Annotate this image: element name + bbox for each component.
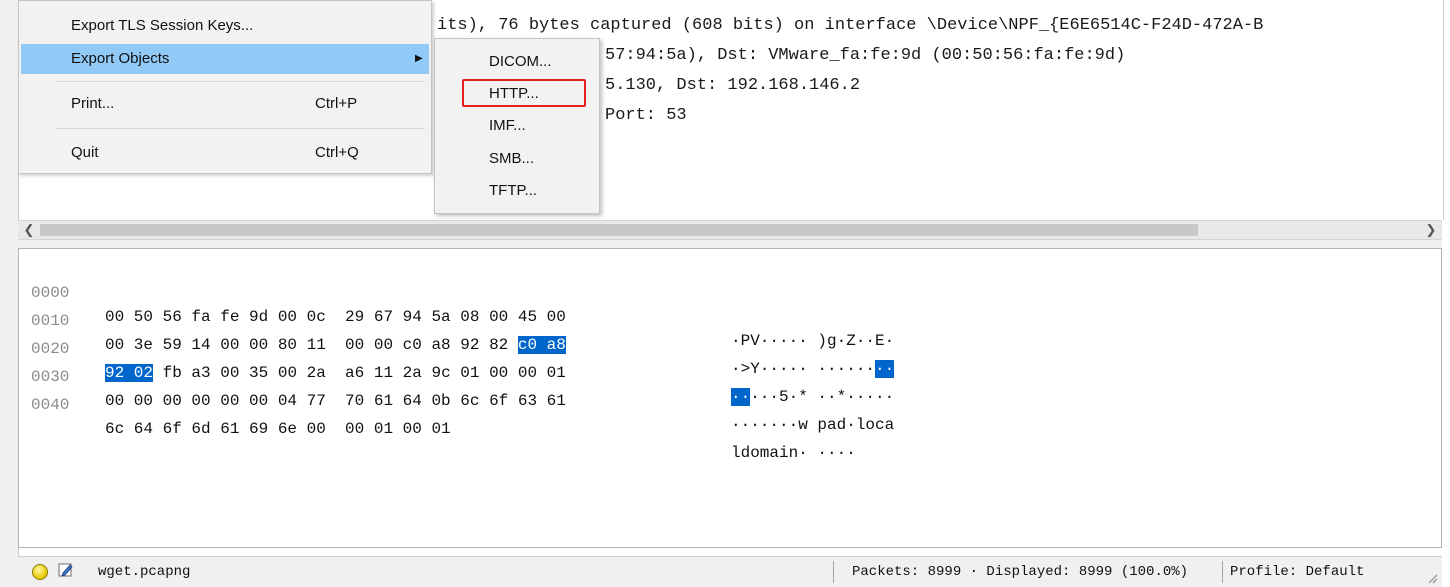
- menu-separator: [55, 128, 425, 129]
- detail-line-ethernet[interactable]: 57:94:5a), Dst: VMware_fa:fe:9d (00:50:5…: [605, 46, 1125, 66]
- hex-row[interactable]: 0000 00 50 56 fa fe 9d 00 0c 29 67 94 5a…: [19, 257, 894, 350]
- submenu-item-imf[interactable]: IMF...: [437, 110, 597, 142]
- detail-line-udp[interactable]: Port: 53: [605, 106, 687, 126]
- hex-ascii-text: ·>Y····· ······: [731, 360, 876, 378]
- expert-info-icon[interactable]: [32, 564, 48, 580]
- menu-item-label: Export TLS Session Keys...: [71, 17, 254, 34]
- status-divider: [833, 561, 834, 583]
- submenu-item-dicom[interactable]: DICOM...: [437, 46, 597, 78]
- export-objects-submenu: DICOM... HTTP... IMF... SMB... TFTP...: [434, 38, 600, 214]
- submenu-arrow-icon: ▶: [415, 53, 423, 64]
- hex-ascii-text: ···5·* ··*·····: [750, 388, 895, 406]
- hex-row[interactable]: 0010 00 3e 59 14 00 00 80 11 00 00 c0 a8…: [19, 285, 895, 378]
- hex-ascii[interactable]: ·····5·* ··*·····: [731, 385, 894, 409]
- submenu-item-tftp[interactable]: TFTP...: [437, 175, 597, 207]
- hex-ascii-selected: ··: [731, 388, 751, 406]
- profile-selector[interactable]: Profile: Default: [1230, 564, 1364, 580]
- hex-ascii-selected: ··: [875, 360, 895, 378]
- hex-bytes-text: 00 3e 59 14 00 00 80 11 00 00 c0 a8 92 8…: [105, 336, 518, 354]
- menu-item-label: Print...: [71, 95, 115, 112]
- menu-item-label: Export Objects: [71, 50, 170, 67]
- submenu-item-smb[interactable]: SMB...: [437, 143, 597, 175]
- capture-comment-icon[interactable]: [58, 562, 74, 578]
- hex-ascii[interactable]: ·······w pad·loca: [731, 413, 894, 437]
- menu-item-export-tls-session-keys[interactable]: Export TLS Session Keys...: [21, 11, 429, 41]
- hex-ascii-text: ldomain· ····: [731, 444, 856, 462]
- capture-file-name: wget.pcapng: [98, 564, 191, 580]
- menu-item-shortcut: Ctrl+Q: [315, 144, 359, 161]
- hex-row[interactable]: 0030 00 00 00 00 00 00 04 77 70 61 64 0b…: [19, 341, 894, 434]
- horizontal-scrollbar[interactable]: ❮ ❯: [18, 220, 1442, 240]
- hex-bytes[interactable]: 92 02 fb a3 00 35 00 2a a6 11 2a 9c 01 0…: [105, 361, 566, 385]
- hex-bytes-text: fb a3 00 35 00 2a a6 11 2a 9c 01 00 00 0…: [153, 364, 566, 382]
- scrollbar-thumb[interactable]: [40, 224, 1198, 236]
- menu-item-quit[interactable]: Quit Ctrl+Q: [21, 138, 429, 168]
- hex-bytes[interactable]: 6c 64 6f 6d 61 69 6e 00 00 01 00 01: [105, 417, 451, 441]
- menu-item-label: Quit: [71, 144, 99, 161]
- pane-splitter[interactable]: [18, 240, 1442, 248]
- resize-grip-icon[interactable]: [1426, 572, 1438, 584]
- hex-bytes[interactable]: 00 3e 59 14 00 00 80 11 00 00 c0 a8 92 8…: [105, 333, 566, 357]
- menu-item-export-objects[interactable]: Export Objects ▶: [21, 44, 429, 74]
- submenu-item-label: SMB...: [489, 150, 535, 167]
- hex-row[interactable]: 0020 92 02 fb a3 00 35 00 2a a6 11 2a 9c…: [19, 313, 894, 406]
- annotation-highlight-box: [462, 79, 586, 107]
- detail-line-frame[interactable]: its), 76 bytes captured (608 bits) on in…: [437, 16, 1263, 36]
- hex-bytes[interactable]: 00 00 00 00 00 00 04 77 70 61 64 0b 6c 6…: [105, 389, 566, 413]
- packet-bytes-pane[interactable]: 0000 00 50 56 fa fe 9d 00 0c 29 67 94 5a…: [18, 248, 1442, 548]
- file-menu: Export TLS Session Keys... Export Object…: [18, 0, 432, 174]
- hex-bytes-selected: 92 02: [105, 364, 154, 382]
- status-bar: wget.pcapng Packets: 8999 · Displayed: 8…: [18, 556, 1442, 587]
- hex-ascii-text: ·······w pad·loca: [731, 416, 895, 434]
- hex-ascii[interactable]: ·PV····· )g·Z··E·: [731, 329, 894, 353]
- menu-item-shortcut: Ctrl+P: [315, 95, 358, 112]
- submenu-item-label: TFTP...: [489, 182, 538, 199]
- menu-item-print[interactable]: Print... Ctrl+P: [21, 89, 429, 119]
- submenu-item-label: DICOM...: [489, 53, 552, 70]
- hex-bytes-selected: c0 a8: [517, 336, 566, 354]
- hex-ascii[interactable]: ldomain· ····: [731, 441, 856, 465]
- hex-bytes-text: 6c 64 6f 6d 61 69 6e 00 00 01 00 01: [105, 420, 451, 438]
- hex-row[interactable]: 0040 6c 64 6f 6d 61 69 6e 00 00 01 00 01…: [19, 369, 856, 462]
- hex-bytes-text: 00 00 00 00 00 00 04 77 70 61 64 0b 6c 6…: [105, 392, 566, 410]
- menu-separator: [55, 81, 425, 82]
- scroll-left-icon[interactable]: ❮: [20, 221, 38, 239]
- window-left-edge: [0, 0, 19, 587]
- submenu-item-label: IMF...: [489, 117, 526, 134]
- hex-bytes[interactable]: 00 50 56 fa fe 9d 00 0c 29 67 94 5a 08 0…: [105, 305, 566, 329]
- detail-line-ip[interactable]: 5.130, Dst: 192.168.146.2: [605, 76, 860, 96]
- hex-offset: 0040: [31, 396, 70, 414]
- hex-ascii-text: ·PV····· )g·Z··E·: [731, 332, 895, 350]
- hex-ascii[interactable]: ·>Y····· ········: [731, 357, 895, 381]
- hex-bytes-text: 00 50 56 fa fe 9d 00 0c 29 67 94 5a 08 0…: [105, 308, 566, 326]
- scroll-right-icon[interactable]: ❯: [1422, 221, 1440, 239]
- status-divider: [1222, 561, 1223, 583]
- packet-counts: Packets: 8999 · Displayed: 8999 (100.0%): [852, 564, 1189, 580]
